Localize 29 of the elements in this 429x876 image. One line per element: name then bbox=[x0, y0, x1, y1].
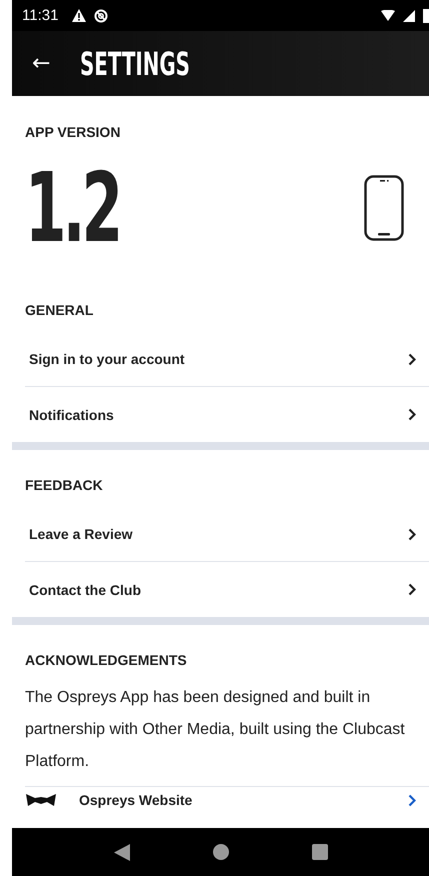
section-heading: FEEDBACK bbox=[24, 477, 104, 493]
recents-icon[interactable] bbox=[312, 844, 328, 860]
section-heading: GENERAL bbox=[24, 302, 94, 318]
version-number: 1.2 bbox=[25, 160, 120, 256]
mask-logo-icon bbox=[25, 792, 57, 808]
do-not-disturb-icon bbox=[94, 8, 108, 22]
settings-item[interactable]: Contact the Club bbox=[25, 562, 429, 617]
battery-icon bbox=[423, 8, 429, 22]
status-time: 11:31 bbox=[22, 7, 58, 24]
signal-icon bbox=[403, 10, 415, 22]
section-heading: APP VERSION bbox=[24, 124, 122, 140]
warning-icon bbox=[72, 9, 86, 22]
back-button[interactable]: ← bbox=[12, 51, 62, 76]
settings-item[interactable]: Leave a Review bbox=[25, 507, 429, 562]
page-title: SETTINGS bbox=[80, 44, 190, 82]
acknowledgements-text: The Ospreys App has been designed and built in partnership with Other Media, built using the Clubcast Platform. bbox=[25, 688, 406, 772]
chevron-icon bbox=[408, 528, 416, 540]
settings-item[interactable]: Sign in to your account bbox=[25, 332, 429, 387]
wifi-icon bbox=[381, 10, 395, 21]
back-icon[interactable] bbox=[114, 844, 130, 860]
home-icon[interactable] bbox=[212, 844, 228, 860]
section-heading: ACKNOWLEDGEMENTS bbox=[24, 652, 188, 668]
website-link[interactable]: Ospreys Website bbox=[12, 787, 429, 813]
chevron-icon bbox=[408, 352, 416, 366]
phone-icon bbox=[364, 174, 404, 240]
chevron-icon bbox=[408, 794, 416, 806]
settings-item[interactable]: Notifications bbox=[25, 387, 429, 442]
chevron-icon bbox=[408, 408, 416, 421]
chevron-icon bbox=[408, 583, 416, 596]
